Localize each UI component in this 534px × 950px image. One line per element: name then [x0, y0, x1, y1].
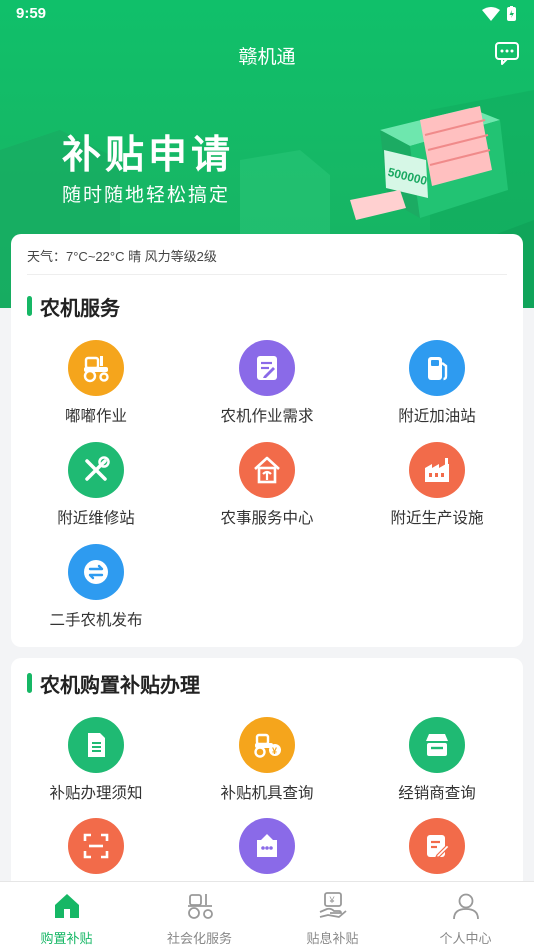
tab-social-service[interactable]: 社会化服务	[133, 882, 266, 950]
service-item-work-demand[interactable]: 农机作业需求	[182, 340, 352, 430]
subsidy-label: 补贴办理须知	[49, 785, 143, 802]
edit-note-icon	[409, 818, 465, 874]
tab-personal-center[interactable]: 个人中心	[399, 882, 532, 950]
store-icon	[409, 717, 465, 773]
subsidy-section-header: 农机购置补贴办理	[27, 671, 200, 697]
app-title: 赣机通	[238, 47, 296, 68]
scan-icon	[68, 818, 124, 874]
service-item-service-center[interactable]: 农事服务中心	[182, 442, 352, 532]
service-label: 二手农机发布	[49, 612, 143, 629]
message-button[interactable]	[494, 40, 520, 66]
factory-icon	[409, 442, 465, 498]
person-icon	[452, 893, 479, 920]
service-label: 农机作业需求	[220, 408, 314, 425]
tab-label: 购置补贴	[40, 931, 93, 946]
gas-station-icon	[409, 340, 465, 396]
services-card: 天气：7°C~22°C 晴 风力等级2级 农机服务 嘟嘟作业 农机作业需求 附近…	[11, 234, 523, 647]
banner-subtitle: 随时随地轻松搞定	[62, 185, 231, 206]
money-hand-icon: ¥	[319, 892, 347, 918]
service-label: 附近维修站	[57, 510, 135, 527]
service-item-used-machinery[interactable]: 二手农机发布	[11, 544, 181, 634]
exchange-icon	[68, 544, 124, 600]
service-item-dudu-work[interactable]: 嘟嘟作业	[11, 340, 181, 430]
tractor-subsidy-icon: ¥	[239, 717, 295, 773]
section-accent-bar	[27, 296, 32, 316]
document-icon	[68, 717, 124, 773]
tools-icon	[68, 442, 124, 498]
service-item-repair-station[interactable]: 附近维修站	[11, 442, 181, 532]
tab-label: 社会化服务	[166, 931, 232, 946]
tab-label: 贴息补贴	[306, 931, 359, 946]
home-icon	[54, 894, 79, 918]
svg-text:¥: ¥	[272, 746, 277, 756]
divider	[27, 274, 507, 275]
service-item-production-facility[interactable]: 附近生产设施	[352, 442, 522, 532]
subsidy-card: 农机购置补贴办理 补贴办理须知 ¥ 补贴机具查询 经销商查询	[11, 658, 523, 898]
subsidy-item-machinery-query[interactable]: ¥ 补贴机具查询	[182, 717, 352, 807]
bottom-tab-bar: 购置补贴 社会化服务 ¥ 贴息补贴 个人中心	[0, 881, 534, 950]
tractor-outline-icon	[187, 894, 213, 919]
subsidy-label: 经销商查询	[398, 785, 476, 802]
subsidy-item-dealer-query[interactable]: 经销商查询	[352, 717, 522, 807]
status-bar: 9:59	[0, 0, 534, 28]
chat-box-icon	[239, 818, 295, 874]
wifi-battery-icon	[482, 6, 516, 21]
chat-bubble-icon	[495, 42, 519, 65]
tab-purchase-subsidy[interactable]: 购置补贴	[0, 882, 133, 950]
subsidy-label: 补贴机具查询	[220, 785, 314, 802]
service-center-icon	[239, 442, 295, 498]
status-time: 9:59	[16, 5, 47, 22]
tab-label: 个人中心	[439, 931, 492, 946]
service-item-gas-station[interactable]: 附近加油站	[352, 340, 522, 430]
services-section-header: 农机服务	[27, 294, 120, 320]
status-icons	[480, 6, 520, 22]
banner-title: 补贴申请	[62, 134, 235, 177]
service-label: 附近生产设施	[390, 510, 484, 527]
tab-interest-subsidy[interactable]: ¥ 贴息补贴	[266, 882, 399, 950]
service-label: 嘟嘟作业	[64, 408, 127, 425]
service-label: 农事服务中心	[220, 510, 314, 527]
subsidy-section-title: 农机购置补贴办理	[40, 674, 200, 697]
weather-text: 天气：7°C~22°C 晴 风力等级2级	[27, 249, 217, 264]
edit-document-icon	[239, 340, 295, 396]
tractor-icon	[68, 340, 124, 396]
service-label: 附近加油站	[398, 408, 476, 425]
svg-text:¥: ¥	[328, 895, 335, 905]
services-section-title: 农机服务	[40, 297, 120, 320]
subsidy-item-guide[interactable]: 补贴办理须知	[11, 717, 181, 807]
section-accent-bar	[27, 673, 32, 693]
